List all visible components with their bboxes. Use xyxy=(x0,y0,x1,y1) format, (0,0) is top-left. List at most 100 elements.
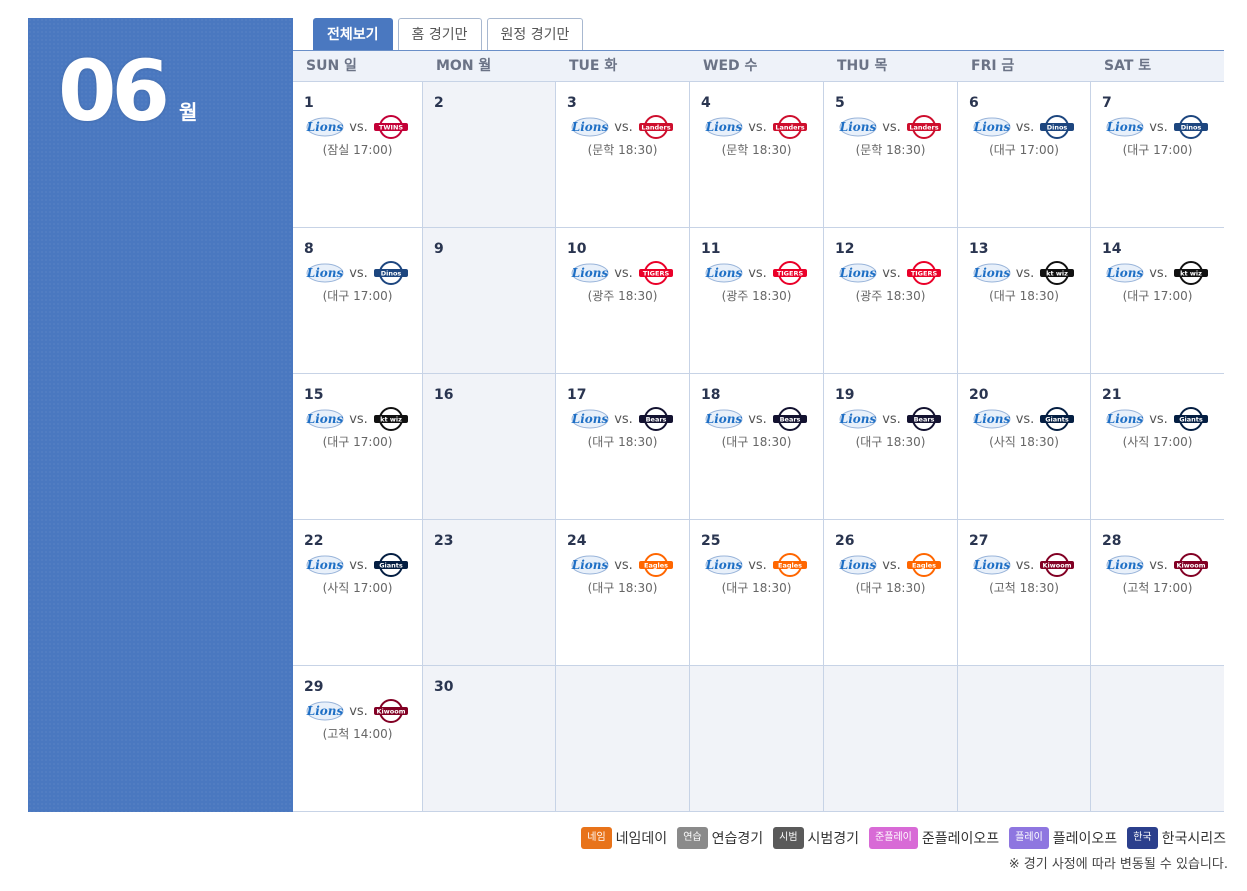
game-entry[interactable]: Lions vs. TIGERS (광주 18:30) xyxy=(690,261,823,304)
game-entry[interactable]: Lions vs. kt wiz (대구 17:00) xyxy=(1091,261,1224,304)
game-entry[interactable]: Lions vs. Dinos (대구 17:00) xyxy=(1091,115,1224,158)
game-entry[interactable]: Lions vs. Bears (대구 18:30) xyxy=(824,407,957,450)
calendar-day-cell[interactable]: 11 Lions vs. TIGERS (광주 18:30) xyxy=(690,228,824,374)
calendar-day-cell[interactable]: 25 Lions vs. Eagles (대구 18:30) xyxy=(690,520,824,666)
calendar-day-cell[interactable]: 21 Lions vs. Giants (사직 17:00) xyxy=(1091,374,1224,520)
lions-logo-icon: Lions xyxy=(705,262,743,284)
calendar-day-cell[interactable]: 5 Lions vs. Landers (문학 18:30) xyxy=(824,82,958,228)
calendar-day-cell: 9 xyxy=(423,228,556,374)
svg-text:Lions: Lions xyxy=(306,266,343,280)
matchup: Lions vs. kt wiz xyxy=(306,407,409,431)
svg-text:Dinos: Dinos xyxy=(1047,124,1068,132)
svg-text:Landers: Landers xyxy=(775,124,804,132)
svg-text:Dinos: Dinos xyxy=(381,270,402,278)
calendar-day-cell[interactable]: 10 Lions vs. TIGERS (광주 18:30) xyxy=(556,228,690,374)
month-unit: 월 xyxy=(179,100,198,124)
lions-logo-icon: Lions xyxy=(839,554,877,576)
lions-logo-icon: Lions xyxy=(306,408,344,430)
calendar-day-cell xyxy=(690,666,824,812)
calendar-day-cell[interactable]: 24 Lions vs. Eagles (대구 18:30) xyxy=(556,520,690,666)
lions-logo-icon: Lions xyxy=(571,408,609,430)
day-number: 27 xyxy=(969,533,989,549)
day-number: 13 xyxy=(969,241,989,257)
calendar-day-cell[interactable]: 15 Lions vs. kt wiz (대구 17:00) xyxy=(293,374,423,520)
calendar-day-cell[interactable]: 20 Lions vs. Giants (사직 18:30) xyxy=(958,374,1091,520)
game-venue-time: (대구 17:00) xyxy=(322,289,393,303)
calendar-day-cell[interactable]: 26 Lions vs. Eagles (대구 18:30) xyxy=(824,520,958,666)
calendar-day-cell[interactable]: 12 Lions vs. TIGERS (광주 18:30) xyxy=(824,228,958,374)
vs-label: vs. xyxy=(882,265,901,281)
matchup: Lions vs. Giants xyxy=(306,553,409,577)
lions-logo-icon: Lions xyxy=(705,116,743,138)
game-entry[interactable]: Lions vs. Dinos (대구 17:00) xyxy=(958,115,1090,158)
game-venue-time: (대구 18:30) xyxy=(721,435,792,449)
svg-text:Lions: Lions xyxy=(306,704,343,718)
calendar-day-cell[interactable]: 14 Lions vs. kt wiz (대구 17:00) xyxy=(1091,228,1224,374)
calendar-day-cell[interactable]: 6 Lions vs. Dinos (대구 17:00) xyxy=(958,82,1091,228)
game-entry[interactable]: Lions vs. TIGERS (광주 18:30) xyxy=(556,261,689,304)
calendar-day-cell[interactable]: 29 Lions vs. Kiwoom (고척 14:00) xyxy=(293,666,423,812)
legend-badge: 플레이 xyxy=(1009,827,1049,849)
tab-home-games[interactable]: 홈 경기만 xyxy=(397,18,482,51)
game-entry[interactable]: Lions vs. Eagles (대구 18:30) xyxy=(556,553,689,596)
game-entry[interactable]: Lions vs. Bears (대구 18:30) xyxy=(690,407,823,450)
game-entry[interactable]: Lions vs. Kiwoom (고척 14:00) xyxy=(293,699,422,742)
game-entry[interactable]: Lions vs. Kiwoom (고척 18:30) xyxy=(958,553,1090,596)
svg-text:Lions: Lions xyxy=(973,120,1010,134)
game-entry[interactable]: Lions vs. Kiwoom (고척 17:00) xyxy=(1091,553,1224,596)
game-entry[interactable]: Lions vs. Giants (사직 17:00) xyxy=(1091,407,1224,450)
game-venue-time: (대구 17:00) xyxy=(989,143,1059,157)
lions-logo-icon: Lions xyxy=(973,554,1011,576)
game-entry[interactable]: Lions vs. Landers (문학 18:30) xyxy=(556,115,689,158)
day-number: 15 xyxy=(304,387,324,403)
tigers-logo-icon: TIGERS xyxy=(906,260,942,286)
matchup: Lions vs. Bears xyxy=(571,407,674,431)
day-number: 29 xyxy=(304,679,324,695)
calendar-day-cell[interactable]: 27 Lions vs. Kiwoom (고척 18:30) xyxy=(958,520,1091,666)
calendar-day-cell[interactable]: 7 Lions vs. Dinos (대구 17:00) xyxy=(1091,82,1224,228)
game-entry[interactable]: Lions vs. Bears (대구 18:30) xyxy=(556,407,689,450)
game-entry[interactable]: Lions vs. kt wiz (대구 17:00) xyxy=(293,407,422,450)
day-number: 7 xyxy=(1102,95,1112,111)
svg-text:kt wiz: kt wiz xyxy=(380,416,402,424)
day-number: 20 xyxy=(969,387,989,403)
calendar-day-cell[interactable]: 18 Lions vs. Bears (대구 18:30) xyxy=(690,374,824,520)
game-entry[interactable]: Lions vs. Landers (문학 18:30) xyxy=(824,115,957,158)
calendar-day-cell[interactable]: 3 Lions vs. Landers (문학 18:30) xyxy=(556,82,690,228)
game-entry[interactable]: Lions vs. TIGERS (광주 18:30) xyxy=(824,261,957,304)
game-entry[interactable]: Lions vs. Eagles (대구 18:30) xyxy=(690,553,823,596)
dinos-logo-icon: Dinos xyxy=(373,260,409,286)
tab-all[interactable]: 전체보기 xyxy=(313,18,393,51)
game-entry[interactable]: Lions vs. Giants (사직 18:30) xyxy=(958,407,1090,450)
vs-label: vs. xyxy=(349,557,368,573)
game-entry[interactable]: Lions vs. Eagles (대구 18:30) xyxy=(824,553,957,596)
day-number: 4 xyxy=(701,95,711,111)
heroes-logo-icon: Kiwoom xyxy=(1173,552,1209,578)
game-entry[interactable]: Lions vs. Dinos (대구 17:00) xyxy=(293,261,422,304)
landers-logo-icon: Landers xyxy=(772,114,808,140)
calendar-day-cell xyxy=(1091,666,1224,812)
calendar-day-cell[interactable]: 4 Lions vs. Landers (문학 18:30) xyxy=(690,82,824,228)
game-entry[interactable]: Lions vs. Landers (문학 18:30) xyxy=(690,115,823,158)
landers-logo-icon: Landers xyxy=(906,114,942,140)
calendar-day-cell[interactable]: 28 Lions vs. Kiwoom (고척 17:00) xyxy=(1091,520,1224,666)
svg-text:Kiwoom: Kiwoom xyxy=(376,708,405,716)
calendar-day-cell[interactable]: 17 Lions vs. Bears (대구 18:30) xyxy=(556,374,690,520)
calendar-day-cell[interactable]: 19 Lions vs. Bears (대구 18:30) xyxy=(824,374,958,520)
svg-text:Kiwoom: Kiwoom xyxy=(1176,562,1205,570)
matchup: Lions vs. Giants xyxy=(1106,407,1209,431)
game-entry[interactable]: Lions vs. TWINS (잠실 17:00) xyxy=(293,115,422,158)
tab-away-games[interactable]: 원정 경기만 xyxy=(486,18,584,51)
matchup: Lions vs. kt wiz xyxy=(973,261,1076,285)
svg-text:TIGERS: TIGERS xyxy=(777,270,804,278)
calendar-day-cell[interactable]: 1 Lions vs. TWINS (잠실 17:00) xyxy=(293,82,423,228)
calendar-day-cell[interactable]: 8 Lions vs. Dinos (대구 17:00) xyxy=(293,228,423,374)
calendar-day-cell[interactable]: 22 Lions vs. Giants (사직 17:00) xyxy=(293,520,423,666)
game-entry[interactable]: Lions vs. kt wiz (대구 18:30) xyxy=(958,261,1090,304)
game-entry[interactable]: Lions vs. Giants (사직 17:00) xyxy=(293,553,422,596)
calendar-day-cell[interactable]: 13 Lions vs. kt wiz (대구 18:30) xyxy=(958,228,1091,374)
svg-text:Bears: Bears xyxy=(645,416,666,424)
lions-logo-icon: Lions xyxy=(839,262,877,284)
matchup: Lions vs. Eagles xyxy=(705,553,808,577)
vs-label: vs. xyxy=(882,557,901,573)
